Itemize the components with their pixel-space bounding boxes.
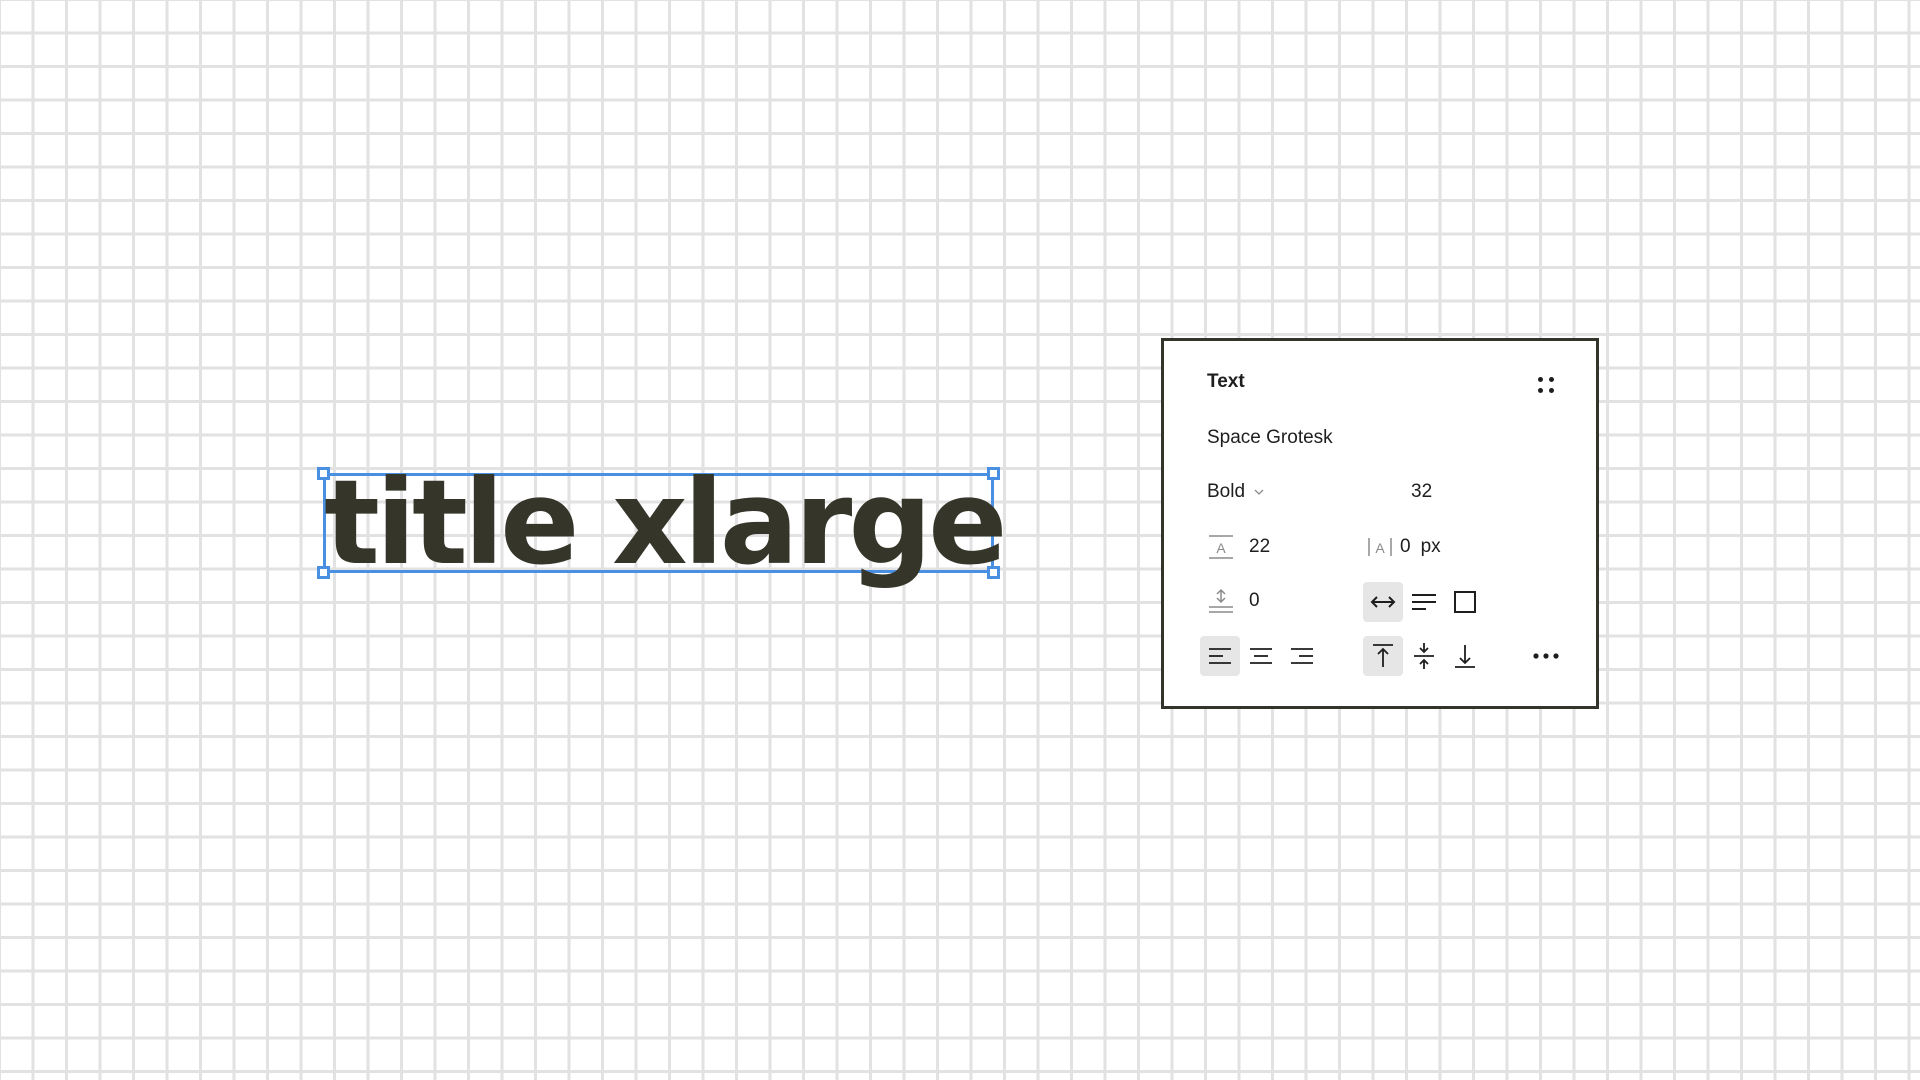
fixed-size-button[interactable]	[1445, 582, 1485, 622]
resize-handle-bottom-right[interactable]	[987, 566, 1000, 579]
align-bottom-button[interactable]	[1445, 636, 1485, 676]
resize-handle-top-left[interactable]	[317, 467, 330, 480]
more-options-button[interactable]	[1526, 636, 1566, 676]
letter-spacing-value: 0	[1400, 536, 1411, 557]
selected-text-layer[interactable]: title xlarge	[317, 464, 1007, 581]
align-left-icon	[1209, 648, 1231, 664]
align-center-button[interactable]	[1241, 636, 1281, 676]
resize-handle-top-right[interactable]	[987, 467, 1000, 480]
auto-width-button[interactable]	[1363, 582, 1403, 622]
styles-grid-icon[interactable]	[1536, 375, 1556, 395]
align-right-button[interactable]	[1282, 636, 1322, 676]
more-horizontal-icon	[1533, 653, 1559, 659]
font-weight-dropdown[interactable]: Bold	[1207, 481, 1264, 503]
square-icon	[1454, 591, 1476, 613]
letter-spacing-unit: px	[1420, 536, 1441, 557]
line-height-icon: A	[1209, 535, 1233, 559]
letter-spacing-icon: A	[1368, 538, 1392, 556]
chevron-down-icon	[1254, 489, 1264, 495]
paragraph-spacing-icon	[1209, 588, 1233, 613]
letter-spacing-control[interactable]: A 0 px	[1366, 533, 1441, 561]
resize-handle-bottom-left[interactable]	[317, 566, 330, 579]
font-weight-value: Bold	[1207, 481, 1246, 502]
align-bottom-icon	[1455, 645, 1475, 668]
paragraph-spacing-value: 0	[1249, 590, 1260, 611]
auto-height-button[interactable]	[1404, 582, 1444, 622]
paragraph-spacing-control[interactable]: 0	[1207, 587, 1260, 615]
align-left-button[interactable]	[1200, 636, 1240, 676]
line-height-value: 22	[1249, 536, 1271, 557]
svg-text:A: A	[1375, 540, 1385, 556]
align-middle-button[interactable]	[1404, 636, 1444, 676]
text-lines-icon	[1412, 594, 1436, 610]
font-family-field[interactable]: Space Grotesk	[1207, 427, 1333, 449]
line-height-control[interactable]: A 22	[1207, 533, 1270, 561]
align-right-icon	[1291, 648, 1313, 664]
font-size-field[interactable]: 32	[1411, 481, 1432, 503]
panel-title: Text	[1207, 371, 1245, 392]
align-center-icon	[1250, 648, 1272, 664]
align-top-icon	[1373, 644, 1393, 667]
horizontal-arrows-icon	[1370, 596, 1396, 608]
svg-text:A: A	[1216, 540, 1226, 556]
text-layer-content[interactable]: title xlarge	[324, 464, 1007, 581]
text-properties-panel: Text Space Grotesk Bold 32 A 22 A 0 px 0	[1161, 338, 1599, 709]
align-top-button[interactable]	[1363, 636, 1403, 676]
align-middle-icon	[1414, 643, 1434, 669]
